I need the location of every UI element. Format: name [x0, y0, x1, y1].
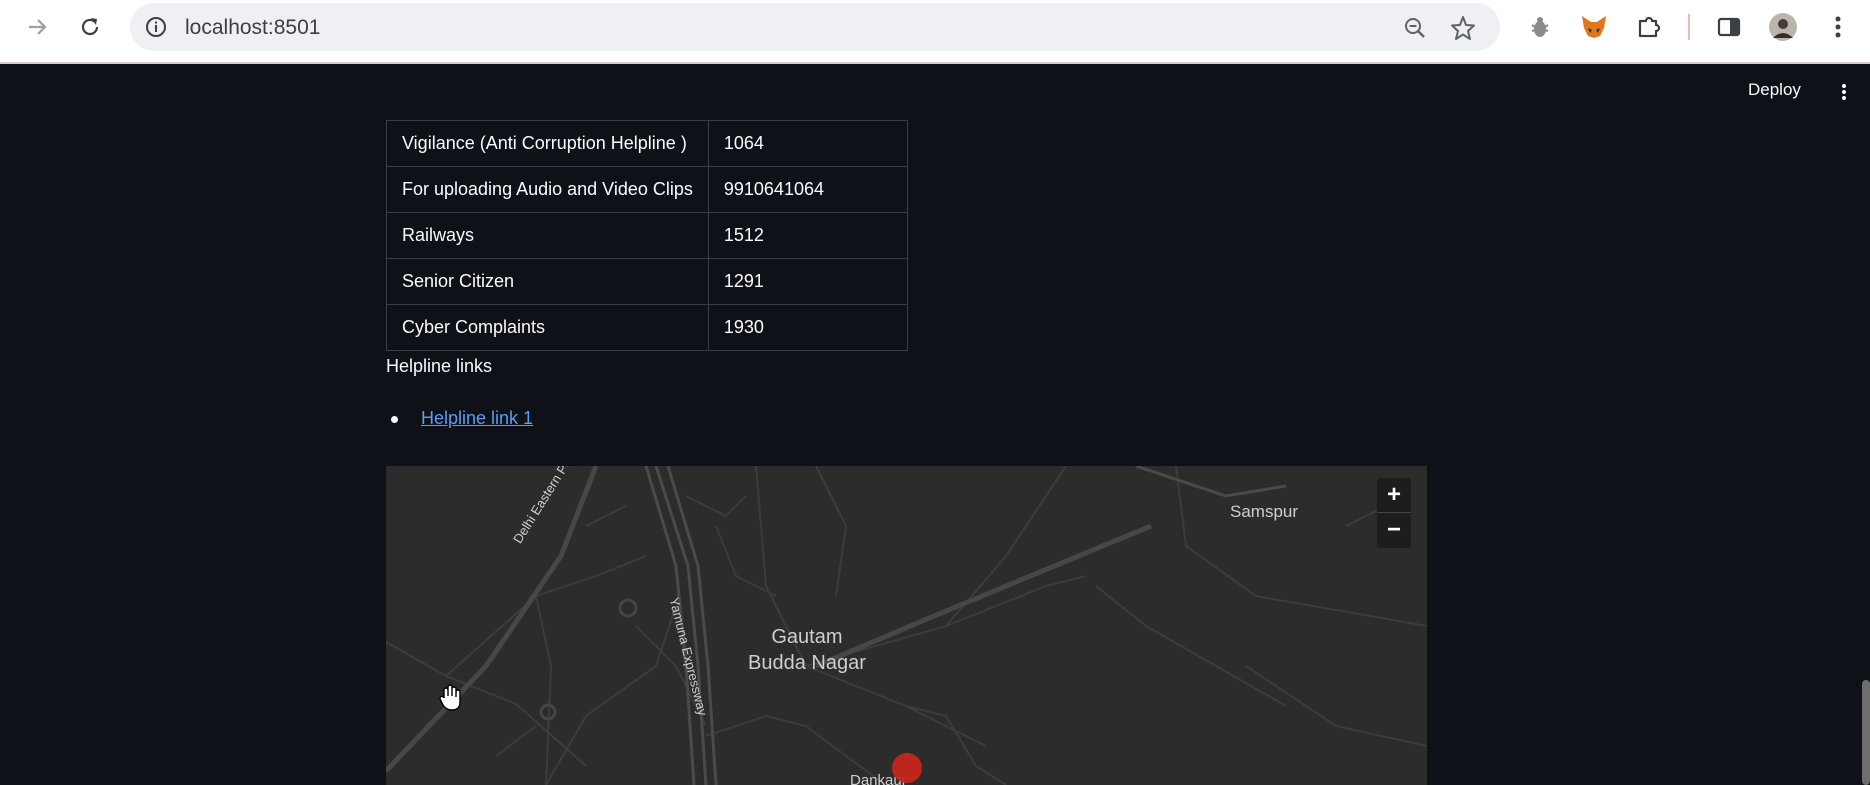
site-info-icon[interactable]: [144, 15, 168, 39]
page-scrollbar[interactable]: [1862, 680, 1870, 785]
roundabout: [618, 598, 638, 618]
zoom-out-button[interactable]: −: [1377, 513, 1411, 547]
number-cell: 9910641064: [707, 166, 908, 213]
main-content: Vigilance (Anti Corruption Helpline ) 10…: [386, 120, 1426, 351]
reload-icon[interactable]: [73, 10, 107, 44]
location-marker[interactable]: [892, 753, 922, 783]
number-cell: 1930: [707, 304, 908, 351]
chrome-menu-icon[interactable]: [1823, 12, 1853, 42]
table-row: For uploading Audio and Video Clips 9910…: [386, 166, 908, 213]
puzzle-extensions-icon[interactable]: [1634, 12, 1664, 42]
profile-avatar[interactable]: [1768, 12, 1798, 42]
back-icon[interactable]: [20, 10, 54, 44]
deploy-button[interactable]: Deploy: [1748, 80, 1801, 100]
table-row: Senior Citizen 1291: [386, 258, 908, 305]
service-cell: Senior Citizen: [386, 258, 709, 305]
helpline-link-1[interactable]: Helpline link 1: [421, 408, 533, 428]
app-menu-icon[interactable]: [1836, 81, 1852, 103]
table-row: Vigilance (Anti Corruption Helpline ) 10…: [386, 120, 908, 167]
number-cell: 1064: [707, 120, 908, 167]
district-label: Gautam Budda Nagar: [748, 624, 866, 676]
district-label-line1: Gautam: [771, 626, 843, 648]
service-cell: Railways: [386, 212, 709, 259]
helpline-links-heading: Helpline links: [386, 356, 493, 376]
bookmark-star-icon[interactable]: [1450, 15, 1476, 41]
helpline-links-list: Helpline link 1: [386, 408, 533, 429]
table-row: Railways 1512: [386, 212, 908, 259]
zoom-controls: + −: [1377, 478, 1411, 548]
url-text[interactable]: localhost:8501: [185, 16, 320, 40]
list-item: Helpline link 1: [386, 408, 533, 429]
bug-extension-icon[interactable]: [1525, 12, 1555, 42]
map-view[interactable]: Delhi Eastern Peripheral Express Yamuna …: [386, 466, 1427, 785]
zoom-in-button[interactable]: +: [1377, 478, 1411, 513]
hand-cursor-icon: [438, 684, 464, 717]
number-cell: 1512: [707, 212, 908, 259]
number-cell: 1291: [707, 258, 908, 305]
side-panel-icon[interactable]: [1714, 12, 1744, 42]
service-cell: Cyber Complaints: [386, 304, 709, 351]
district-label-line2: Budda Nagar: [748, 652, 866, 674]
browser-toolbar: localhost:8501: [0, 0, 1870, 64]
address-bar[interactable]: localhost:8501: [130, 3, 1500, 51]
table-row: Cyber Complaints 1930: [386, 304, 908, 351]
toolbar-divider: [1688, 14, 1690, 40]
zoom-icon[interactable]: [1402, 15, 1428, 41]
fox-extension-icon[interactable]: [1579, 12, 1609, 42]
samspur-label: Samspur: [1230, 502, 1299, 521]
service-cell: For uploading Audio and Video Clips: [386, 166, 709, 213]
service-cell: Vigilance (Anti Corruption Helpline ): [386, 120, 709, 167]
helpline-table: Vigilance (Anti Corruption Helpline ) 10…: [386, 120, 908, 351]
